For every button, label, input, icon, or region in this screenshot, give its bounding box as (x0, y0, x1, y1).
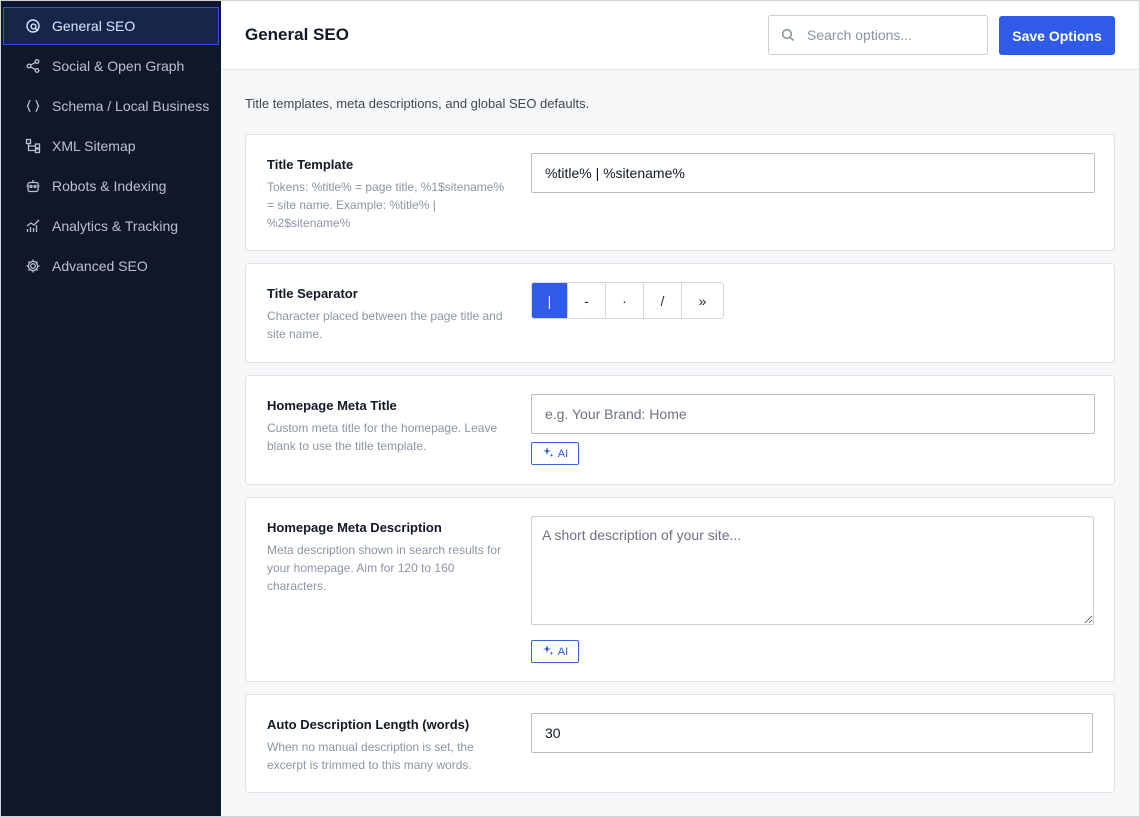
sidebar: General SEO Social & Open Graph Schema /… (1, 1, 221, 816)
sidebar-item-analytics[interactable]: Analytics & Tracking (3, 207, 219, 245)
field-description: Meta description shown in search results… (267, 543, 502, 593)
title-template-card: Title Template Tokens: %title% = page ti… (245, 134, 1115, 251)
homepage-meta-description-card: Homepage Meta Description Meta descripti… (245, 497, 1115, 682)
sparkle-icon (542, 644, 554, 659)
sidebar-item-robots[interactable]: Robots & Indexing (3, 167, 219, 205)
field-description: Custom meta title for the homepage. Leav… (267, 421, 498, 453)
search-input[interactable] (807, 27, 977, 43)
top-bar: General SEO Save Options (221, 1, 1139, 70)
homepage-meta-title-input[interactable] (531, 394, 1095, 434)
sidebar-item-social[interactable]: Social & Open Graph (3, 47, 219, 85)
sidebar-item-label: Schema / Local Business (52, 98, 210, 114)
sidebar-item-general-seo[interactable]: General SEO (3, 7, 219, 45)
title-separator-card: Title Separator Character placed between… (245, 263, 1115, 363)
seo-search-icon (24, 17, 42, 35)
sidebar-item-label: Robots & Indexing (52, 178, 167, 194)
sidebar-item-advanced-seo[interactable]: Advanced SEO (3, 247, 219, 285)
sidebar-item-label: Analytics & Tracking (52, 218, 179, 234)
ai-generate-title-button[interactable]: AI (531, 442, 579, 465)
search-box[interactable] (768, 15, 988, 55)
ai-button-label: AI (557, 645, 569, 658)
app-window: General SEO Social & Open Graph Schema /… (0, 0, 1140, 817)
sidebar-item-schema[interactable]: Schema / Local Business (3, 87, 219, 125)
field-description: Tokens: %title% = page title, %1$sitenam… (267, 180, 505, 230)
homepage-meta-description-textarea[interactable] (531, 516, 1094, 625)
auto-description-length-card: Auto Description Length (words) When no … (245, 694, 1115, 793)
separator-option-raquo[interactable]: » (682, 283, 723, 318)
robot-icon (24, 177, 42, 195)
sidebar-item-xml-sitemap[interactable]: XML Sitemap (3, 127, 219, 165)
separator-selector: | - · / » (531, 282, 724, 319)
separator-option-dash[interactable]: - (568, 283, 606, 318)
page-intro: Title templates, meta descriptions, and … (245, 96, 590, 111)
title-template-input[interactable] (531, 153, 1095, 193)
sidebar-item-label: XML Sitemap (52, 138, 136, 154)
ai-generate-description-button[interactable]: AI (531, 640, 579, 663)
field-label: Homepage Meta Description (267, 520, 442, 535)
field-description: When no manual description is set, the e… (267, 740, 474, 772)
sidebar-item-label: Social & Open Graph (52, 58, 185, 74)
field-label: Title Template (267, 157, 354, 172)
homepage-meta-title-card: Homepage Meta Title Custom meta title fo… (245, 375, 1115, 485)
ai-button-label: AI (557, 447, 569, 460)
main-content: General SEO Save Options Title templates… (221, 1, 1139, 816)
share-icon (24, 57, 42, 75)
field-label: Title Separator (267, 286, 358, 301)
analytics-icon (24, 217, 42, 235)
sparkle-icon (542, 446, 554, 461)
separator-option-middot[interactable]: · (606, 283, 644, 318)
field-label: Auto Description Length (words) (267, 717, 470, 732)
braces-icon (24, 97, 42, 115)
page-title: General SEO (245, 25, 349, 44)
auto-description-length-input[interactable] (531, 713, 1093, 753)
gear-icon (24, 257, 42, 275)
separator-option-pipe[interactable]: | (532, 283, 568, 318)
save-options-button[interactable]: Save Options (999, 16, 1115, 55)
sidebar-item-label: General SEO (52, 18, 136, 34)
sitemap-icon (24, 137, 42, 155)
separator-option-slash[interactable]: / (644, 283, 682, 318)
sidebar-item-label: Advanced SEO (52, 258, 148, 274)
field-label: Homepage Meta Title (267, 398, 397, 413)
search-icon (769, 28, 807, 42)
field-description: Character placed between the page title … (267, 309, 503, 341)
